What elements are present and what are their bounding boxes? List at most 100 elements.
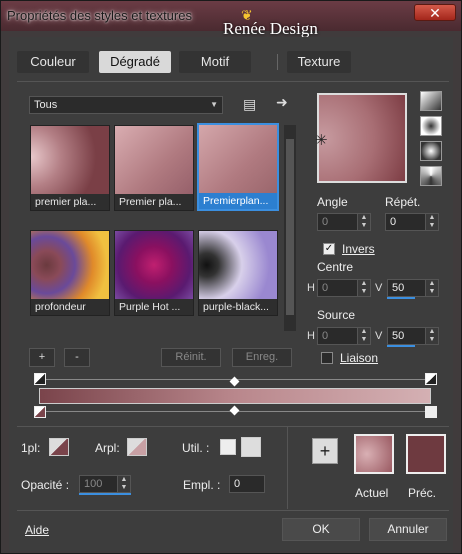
spin-arrows-icon[interactable]: ▲ ▼ (357, 214, 370, 230)
arrow-right-icon[interactable]: ➜ (276, 94, 288, 111)
spin-arrows-icon[interactable]: ▲ ▼ (425, 328, 438, 344)
help-link[interactable]: Aide (25, 523, 49, 537)
source-v-input[interactable]: 50 ▲ ▼ (387, 327, 439, 345)
center-v-value: 50 (392, 282, 405, 294)
top-stop-right-marker[interactable] (425, 373, 437, 385)
invert-checkbox[interactable]: ✓ (323, 243, 335, 255)
tab-motif[interactable]: Motif (179, 51, 251, 73)
thumbnail-image (31, 231, 109, 299)
center-v-label: V (375, 282, 383, 294)
background-stop-icon[interactable] (127, 438, 147, 456)
crosshair-icon[interactable]: ✳ (315, 131, 328, 149)
opacity-value: 100 (84, 478, 103, 490)
thumbnail-label: Purple Hot ... (115, 299, 193, 315)
foreground-stop-icon[interactable] (49, 438, 69, 456)
center-h-input[interactable]: 0 ▲ ▼ (317, 279, 371, 297)
thumbnail-label: purple-black... (199, 299, 277, 315)
location-input[interactable]: 0 (229, 475, 265, 493)
thumbnail-label: Premier pla... (115, 194, 193, 210)
spin-arrows-icon[interactable]: ▲ ▼ (357, 328, 370, 344)
repeat-value: 0 (390, 216, 397, 228)
thumbnail-label: profondeur (31, 299, 109, 315)
thumbnail-premierplan-selected[interactable]: Premierplan... (197, 123, 279, 211)
center-label: Centre (317, 260, 354, 274)
location-label: Empl. : (183, 478, 221, 492)
link-label: Liaison (340, 351, 379, 365)
thumbnail-purple-black[interactable]: purple-black... (198, 230, 278, 316)
repeat-input[interactable]: 0 ▲ ▼ (385, 213, 439, 231)
save-preset-button[interactable]: Enreg. (232, 348, 292, 367)
watermark: Renée Design (223, 19, 318, 38)
library-list-icon[interactable]: ▤ (243, 96, 256, 113)
tab-texture[interactable]: Texture (287, 51, 351, 73)
close-button[interactable]: ✕ (414, 4, 456, 21)
title-bar[interactable]: Propriétés des styles et textures ❦ René… (1, 1, 461, 38)
current-label: Actuel (355, 486, 389, 500)
center-h-value: 0 (322, 282, 329, 294)
library-scrollbar[interactable] (284, 125, 296, 331)
repeat-label: Répét. (385, 195, 421, 209)
spin-arrows-icon[interactable]: ▲ ▼ (117, 476, 130, 492)
current-swatch[interactable] (354, 434, 394, 474)
remove-preset-button[interactable]: - (64, 348, 90, 367)
category-select[interactable]: Tous ▼ (29, 96, 223, 114)
angle-input[interactable]: 0 ▲ ▼ (317, 213, 371, 231)
opacity-slider-bar[interactable] (79, 493, 131, 495)
swatch-divider (287, 427, 288, 509)
background-label: Arpl: (95, 441, 120, 455)
add-preset-button[interactable]: + (29, 348, 55, 367)
source-h-value: 0 (322, 330, 329, 342)
center-v-input[interactable]: 50 ▲ ▼ (387, 279, 439, 297)
bottom-stop-left-marker[interactable] (34, 406, 46, 418)
opacity-input[interactable]: 100 ▲ ▼ (79, 475, 131, 493)
ok-button[interactable]: OK (282, 518, 360, 541)
spin-arrows-icon[interactable]: ▲ ▼ (425, 280, 438, 296)
category-value: Tous (34, 99, 58, 111)
previous-label: Préc. (408, 486, 437, 500)
spin-arrows-icon[interactable]: ▲ ▼ (425, 214, 438, 230)
tab-degrade[interactable]: Dégradé (99, 51, 171, 73)
source-v-slider-bar[interactable] (387, 345, 415, 347)
center-v-slider-bar[interactable] (387, 297, 415, 299)
link-checkbox[interactable] (321, 352, 333, 364)
spin-arrows-icon[interactable]: ▲ ▼ (357, 280, 370, 296)
top-stop-left-marker[interactable] (34, 373, 46, 385)
tab-separator (277, 54, 278, 70)
invert-label: Invers (342, 242, 375, 256)
bottom-stop-right-marker[interactable] (425, 406, 437, 418)
thumbnail-image (199, 231, 277, 299)
source-h-input[interactable]: 0 ▲ ▼ (317, 327, 371, 345)
thumbnail-premier-plan-1[interactable]: premier pla... (30, 125, 110, 211)
cancel-button[interactable]: Annuler (369, 518, 447, 541)
gradient-preview[interactable]: ✳ (315, 93, 407, 183)
foreground-label: 1pl: (21, 441, 41, 455)
use-foreground-swatch[interactable] (220, 439, 236, 455)
window-title: Propriétés des styles et textures (7, 8, 192, 23)
footer-divider (17, 510, 449, 511)
add-swatch-button[interactable]: + (312, 438, 338, 464)
thumbnail-purple-hot[interactable]: Purple Hot ... (114, 230, 194, 316)
thumbnail-premier-plan-2[interactable]: Premier pla... (114, 125, 194, 211)
dialog-window: Propriétés des styles et textures ❦ René… (0, 0, 462, 554)
rectangular-gradient-icon[interactable] (420, 116, 442, 136)
thumbnail-image (115, 126, 193, 194)
gradient-bar[interactable] (39, 388, 431, 404)
thumbnail-image (115, 231, 193, 299)
radial-gradient-icon[interactable] (420, 141, 442, 161)
previous-swatch[interactable] (406, 434, 446, 474)
linear-gradient-icon[interactable] (420, 91, 442, 111)
scrollbar-thumb[interactable] (286, 139, 294, 315)
use-background-swatch[interactable] (241, 437, 261, 457)
tab-couleur[interactable]: Couleur (17, 51, 89, 73)
thumbnail-profondeur[interactable]: profondeur (30, 230, 110, 316)
sunburst-gradient-icon[interactable] (420, 166, 442, 186)
source-v-label: V (375, 330, 383, 342)
thumbnail-label: premier pla... (31, 194, 109, 210)
reset-button[interactable]: Réinit. (161, 348, 221, 367)
thumbnail-label: Premierplan... (199, 193, 277, 209)
angle-value: 0 (322, 216, 329, 228)
opacity-label: Opacité : (21, 478, 70, 492)
source-h-label: H (307, 330, 315, 342)
center-h-label: H (307, 282, 315, 294)
source-v-value: 50 (392, 330, 405, 342)
